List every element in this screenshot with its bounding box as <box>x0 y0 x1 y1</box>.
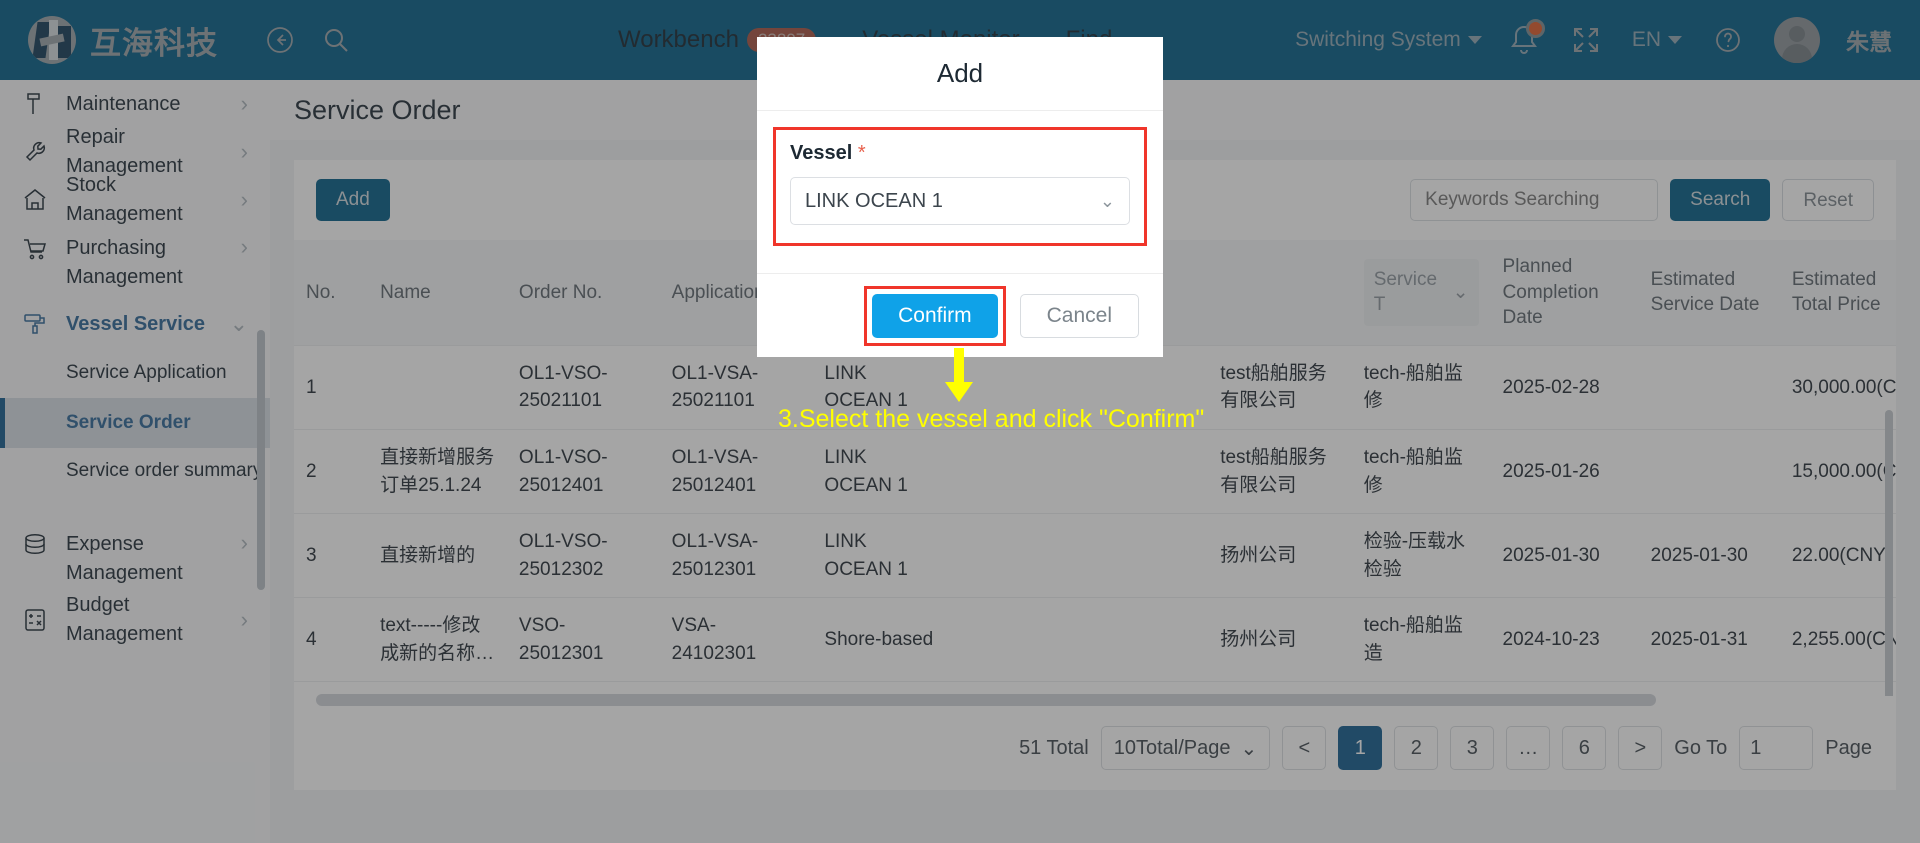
vessel-label-text: Vessel <box>790 142 853 164</box>
annotation-arrow-icon <box>942 348 976 409</box>
confirm-button[interactable]: Confirm <box>872 293 998 338</box>
add-vessel-modal: Add Vessel * LINK OCEAN 1 ⌄ Confirm Canc… <box>757 37 1163 357</box>
modal-footer: Confirm Cancel <box>757 273 1163 357</box>
annotation-text: 3.Select the vessel and click "Confirm" <box>778 405 1205 433</box>
modal-title: Add <box>757 37 1163 111</box>
chevron-down-icon-vessel: ⌄ <box>1099 190 1115 211</box>
cancel-button[interactable]: Cancel <box>1019 293 1139 338</box>
vessel-selected-value: LINK OCEAN 1 <box>805 189 943 212</box>
app-root: 互海科技 Workbench 23897 Vessel Monitor Find <box>0 0 1920 843</box>
confirm-button-highlight: Confirm <box>864 285 1006 346</box>
vessel-field-highlight: Vessel * LINK OCEAN 1 ⌄ <box>773 127 1147 246</box>
vessel-select[interactable]: LINK OCEAN 1 ⌄ <box>790 177 1130 225</box>
required-asterisk: * <box>857 142 866 164</box>
modal-body: Vessel * LINK OCEAN 1 ⌄ <box>757 111 1163 273</box>
vessel-field-label: Vessel * <box>790 142 1130 165</box>
